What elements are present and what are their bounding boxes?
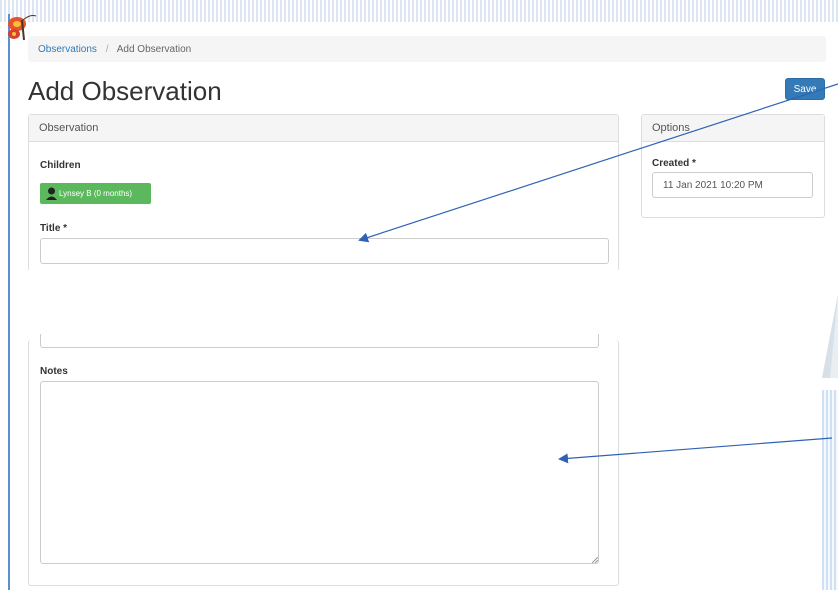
options-panel-heading: Options	[642, 115, 824, 142]
breadcrumb-separator: /	[105, 44, 109, 55]
save-button[interactable]: Save	[785, 78, 825, 100]
observation-panel-heading: Observation	[29, 115, 618, 142]
top-decorative-strip	[0, 0, 838, 22]
resize-grip-icon[interactable]	[592, 557, 598, 563]
child-chip-label: Lynsey B (0 months)	[59, 189, 133, 198]
created-datetime-input[interactable]	[652, 172, 813, 198]
breadcrumb-observations-link[interactable]: Observations	[38, 44, 97, 55]
title-label: Title *	[40, 223, 68, 234]
cropped-gap	[10, 270, 822, 342]
page-title: Add Observation	[28, 76, 222, 106]
right-decorative-strip	[822, 390, 838, 590]
options-panel: Options Created *	[641, 114, 825, 218]
child-chip[interactable]: Lynsey B (0 months)	[40, 183, 151, 204]
children-label: Children	[40, 160, 81, 171]
decorative-shape	[822, 294, 838, 378]
created-label: Created *	[652, 158, 696, 169]
observation-panel: Observation Children Lynsey B (0 months)…	[28, 114, 619, 272]
cropped-input-field[interactable]	[40, 334, 599, 348]
child-avatar-icon	[46, 187, 57, 200]
notes-label: Notes	[40, 366, 68, 377]
observation-panel-lower: Notes	[28, 334, 619, 586]
breadcrumb: Observations / Add Observation	[28, 36, 826, 62]
breadcrumb-current: Add Observation	[116, 44, 192, 55]
notes-textarea[interactable]	[40, 381, 599, 564]
title-input[interactable]	[40, 238, 609, 264]
